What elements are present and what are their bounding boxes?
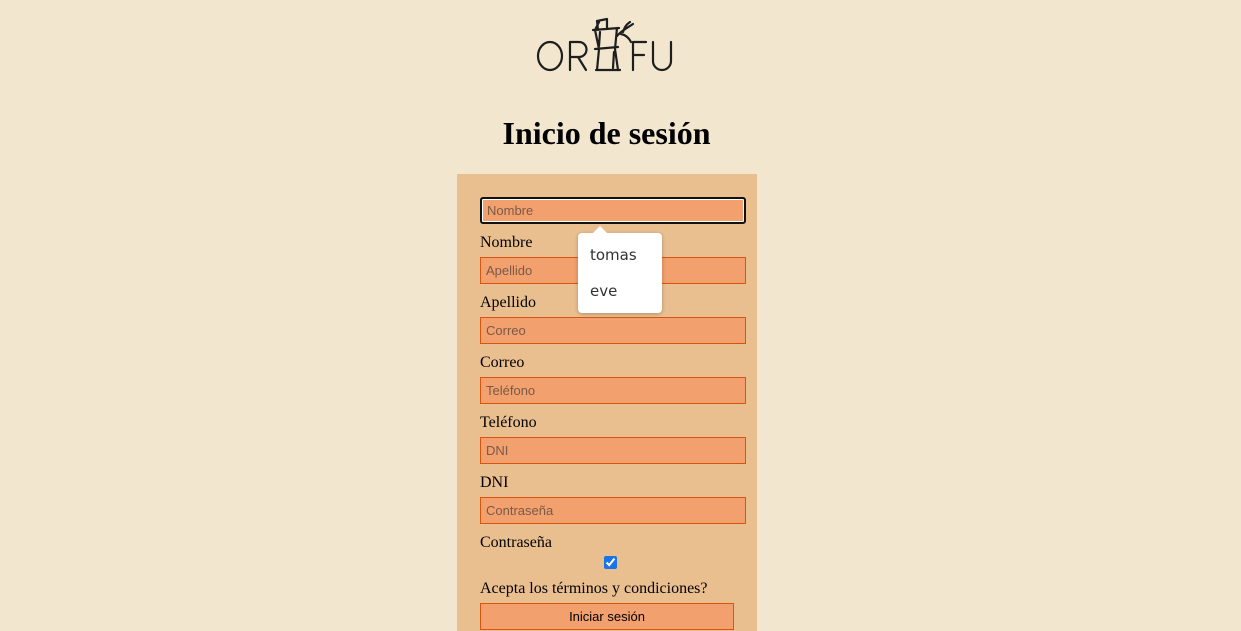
correo-label: Correo <box>480 354 525 371</box>
telefono-input[interactable] <box>480 377 746 404</box>
page-title: Inicio de sesión <box>502 115 711 151</box>
login-submit-button[interactable]: Iniciar sesión <box>480 603 734 630</box>
dni-input[interactable] <box>480 437 746 464</box>
contrasena-label: Contraseña <box>480 534 552 551</box>
apellido-label: Apellido <box>480 294 536 311</box>
nombre-label: Nombre <box>480 234 533 251</box>
contrasena-input[interactable] <box>480 497 746 524</box>
autocomplete-dropdown: tomas eve <box>578 226 662 313</box>
nombre-input[interactable] <box>480 197 746 224</box>
correo-input[interactable] <box>480 317 746 344</box>
dni-label: DNI <box>480 474 509 491</box>
terms-checkbox[interactable] <box>604 556 617 569</box>
telefono-label: Teléfono <box>480 414 537 431</box>
autocomplete-option-tomas[interactable]: tomas <box>590 244 637 266</box>
autocomplete-option-eve[interactable]: eve <box>590 280 617 302</box>
ortfu-logo <box>536 17 673 72</box>
terms-label: Acepta los términos y condiciones? <box>480 580 708 597</box>
